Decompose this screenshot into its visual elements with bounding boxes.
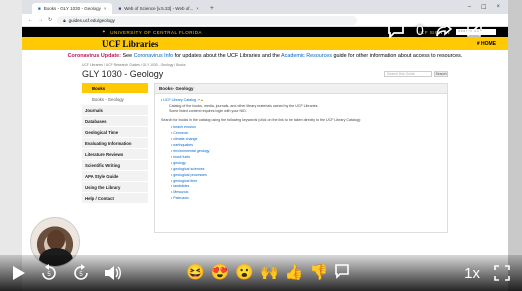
covid-text-mid: for updates about the UCF Libraries and … [173, 53, 282, 59]
covid-text-pre: See [120, 53, 134, 59]
guide-header: GLY 1030 - Geology Search this Guide Sea… [22, 67, 508, 79]
ucf-logo-icon: ✦ [102, 29, 107, 34]
nav-item-books[interactable]: Books [82, 83, 148, 95]
maximize-button[interactable]: ☐ [481, 4, 486, 11]
svg-text:5: 5 [47, 272, 51, 278]
close-tab-icon[interactable]: × [196, 6, 199, 11]
home-label: HOME [481, 40, 496, 47]
video-top-controls: 0 [386, 20, 484, 40]
nav-item-databases[interactable]: Databases [82, 116, 148, 128]
heart-eyes-emoji-icon[interactable]: 😍 [211, 263, 230, 283]
nav-item-books-geology[interactable]: Books - Geology [82, 94, 148, 106]
tab-web-of-science[interactable]: ■ Web of Science [v.5.33] - Web of... × [112, 3, 204, 14]
keyword-list: beach erosionCenozoicclimate changeearth… [161, 125, 441, 202]
guide-nav: Books Books - Geology Journals Databases… [82, 83, 148, 233]
content-heading: Books- Geology [155, 84, 447, 95]
nav-item-journals[interactable]: Journals [82, 105, 148, 117]
catalog-link[interactable]: UCF Library Catalog [163, 98, 196, 102]
url-text: guides.ucf.edu/geology [68, 17, 115, 23]
presenter-head [47, 230, 65, 250]
playback-speed-button[interactable]: 1x [464, 262, 480, 284]
nav-item-using-the-library[interactable]: Using the Library [82, 182, 148, 194]
svg-text:5: 5 [79, 272, 83, 278]
catalog-login-note: Some listed content requires login with … [169, 109, 247, 114]
url-field[interactable]: 🔒︎ guides.ucf.edu/geology [57, 15, 358, 25]
nav-item-geological-time[interactable]: Geological Time [82, 127, 148, 139]
forward-5-icon[interactable]: 5 [72, 262, 90, 284]
home-link[interactable]: # HOME [477, 41, 496, 47]
nav-item-literature-reviews[interactable]: Literature Reviews [82, 149, 148, 161]
lock-icon: 🔒︎ [63, 17, 66, 23]
tab-label: Web of Science [v.5.33] - Web of... [124, 6, 194, 11]
raised-hands-emoji-icon[interactable]: 🙌 [260, 263, 279, 283]
fullscreen-icon[interactable] [494, 262, 510, 284]
tab-books-geology[interactable]: ■ Books - GLY 1030 - Geology × [32, 3, 113, 14]
covid-alert-label: Coronavirus Update: [67, 53, 121, 59]
volume-icon[interactable] [104, 262, 122, 284]
comment-count: 0 [416, 22, 424, 38]
share-icon[interactable] [434, 20, 454, 40]
thumbs-down-emoji-icon[interactable]: 👎 [309, 263, 328, 283]
back-icon[interactable]: ← [28, 17, 33, 23]
reload-icon[interactable]: ↻ [48, 17, 52, 23]
lock-icon: 🔒︎ [201, 98, 203, 103]
university-name[interactable]: UNIVERSITY OF CENTRAL FLORIDA [110, 30, 202, 35]
guide-search-input[interactable]: Search this Guide [384, 71, 432, 78]
nav-item-help-contact[interactable]: Help / Contact [82, 193, 148, 205]
external-link-icon: ↗ [197, 98, 201, 103]
left-edge-panel [0, 0, 22, 291]
window-controls: – ☐ × [468, 0, 508, 14]
surprised-emoji-icon[interactable]: 😮 [235, 263, 254, 283]
browser-window: ■ Books - GLY 1030 - Geology × ■ Web of … [22, 0, 508, 291]
minimize-button[interactable]: – [468, 4, 471, 10]
guide-search-button[interactable]: Search [434, 71, 448, 78]
tab-bar: ■ Books - GLY 1030 - Geology × ■ Web of … [22, 0, 508, 14]
rewind-5-icon[interactable]: 5 [40, 262, 58, 284]
academic-resources-link[interactable]: Academic Resources [281, 53, 332, 59]
content-box: Books- Geology • UCF Library Catalog ↗ 🔒… [154, 83, 448, 234]
comment-icon[interactable] [386, 20, 406, 40]
close-window-button[interactable]: × [496, 4, 500, 10]
page-title: GLY 1030 - Geology [82, 69, 164, 80]
forward-icon[interactable]: → [38, 17, 43, 23]
nav-item-apa-style-guide[interactable]: APA Style Guide [82, 171, 148, 183]
favicon-icon: ■ [38, 6, 41, 11]
covid-notice: Coronavirus Update: See Coronavirus Info… [22, 50, 508, 63]
open-external-icon[interactable] [464, 20, 484, 40]
nav-item-evaluating-information[interactable]: Evaluating Information [82, 138, 148, 150]
content-body: • UCF Library Catalog ↗ 🔒︎ Catalog of th… [155, 94, 447, 206]
play-icon[interactable] [12, 262, 26, 284]
right-edge-panel [508, 0, 522, 291]
guide-body: Books Books - Geology Journals Databases… [22, 79, 508, 234]
reaction-bar: 😆 😍 😮 🙌 👍 👎 [186, 263, 350, 283]
video-frame: ■ Books - GLY 1030 - Geology × ■ Web of … [0, 0, 522, 291]
search-instructions: Search for books in the catalog using th… [161, 117, 361, 122]
comment-reaction-icon[interactable] [334, 263, 350, 283]
library-title[interactable]: UCF Libraries [102, 39, 158, 49]
video-control-bar: 5 5 😆 😍 😮 🙌 👍 👎 1x [0, 255, 522, 291]
favicon-icon: ■ [118, 6, 122, 11]
tab-label: Books - GLY 1030 - Geology [43, 6, 101, 11]
keyword-link[interactable]: Paleozoic [171, 196, 441, 202]
thumbs-up-emoji-icon[interactable]: 👍 [285, 263, 304, 283]
new-tab-button[interactable]: + [205, 3, 219, 14]
laugh-emoji-icon[interactable]: 😆 [186, 263, 205, 283]
coronavirus-info-link[interactable]: Coronavirus Info [134, 53, 174, 59]
close-tab-icon[interactable]: × [104, 6, 107, 11]
covid-text-post: guide for other information about access… [331, 53, 463, 59]
nav-item-scientific-writing[interactable]: Scientific Writing [82, 160, 148, 172]
